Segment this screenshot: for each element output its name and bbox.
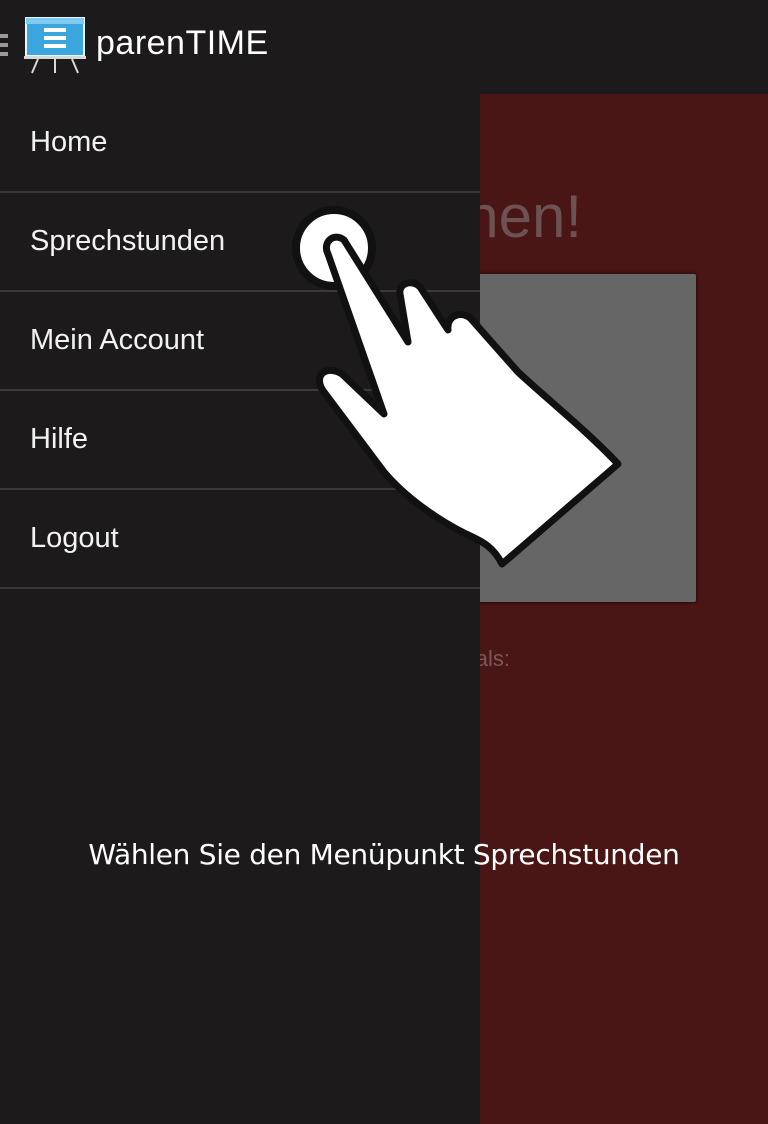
drawer-item-label: Hilfe (30, 423, 89, 455)
drawer-item-label: Sprechstunden (30, 225, 226, 257)
hamburger-icon[interactable] (0, 34, 8, 60)
drawer-item-label: Logout (30, 522, 119, 554)
tap-hand-icon (292, 206, 622, 568)
drawer-item-label: Mein Account (30, 324, 205, 356)
tutorial-instruction: Wählen Sie den Menüpunkt Sprechstunden (88, 838, 680, 871)
action-bar: parenTIME (0, 0, 768, 94)
presentation-board-icon[interactable] (24, 16, 86, 74)
drawer-item-home[interactable]: Home (0, 94, 480, 193)
drawer-item-label: Home (30, 126, 108, 158)
app-title: parenTIME (96, 24, 269, 62)
